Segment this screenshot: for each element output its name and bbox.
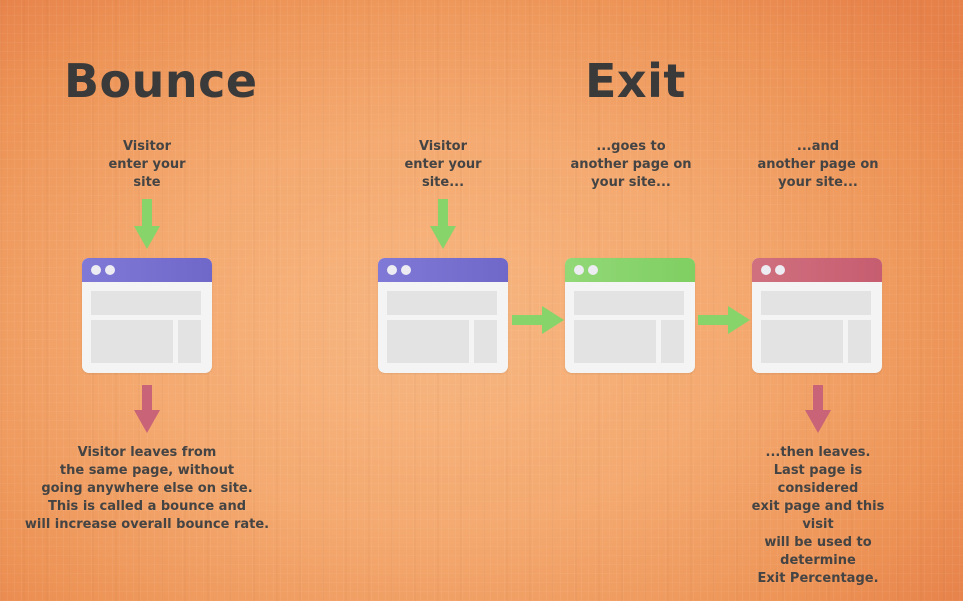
window-main-block — [761, 320, 843, 363]
window-main-block — [91, 320, 173, 363]
window-dot-icon — [775, 265, 785, 275]
bounce-leave-caption: Visitor leaves from the same page, witho… — [24, 445, 270, 532]
arrow-down-red-icon — [805, 385, 831, 433]
arrow-down-red-icon — [134, 385, 160, 433]
window-header-red — [752, 258, 882, 282]
window-side-block — [661, 320, 684, 363]
window-header-purple — [378, 258, 508, 282]
window-side-block — [178, 320, 201, 363]
exit-step-1-caption: Visitor enter your site... — [404, 139, 482, 190]
exit-title: Exit — [585, 54, 686, 108]
exit-page-window-1 — [378, 258, 508, 373]
bounce-page-window — [82, 258, 212, 373]
window-header-purple — [82, 258, 212, 282]
window-side-block — [848, 320, 871, 363]
exit-step-2-caption: ...goes to another page on your site... — [570, 139, 692, 190]
bounce-enter-caption: Visitor enter your site — [108, 139, 186, 190]
window-banner-block — [91, 291, 201, 315]
bounce-title: Bounce — [64, 54, 258, 108]
arrow-right-green-icon — [512, 306, 564, 334]
window-side-block — [474, 320, 497, 363]
window-banner-block — [574, 291, 684, 315]
window-dot-icon — [401, 265, 411, 275]
window-banner-block — [387, 291, 497, 315]
window-dot-icon — [105, 265, 115, 275]
exit-step-3-caption: ...and another page on your site... — [757, 139, 879, 190]
arrow-right-green-icon — [698, 306, 750, 334]
arrow-down-green-icon — [134, 199, 160, 249]
window-main-block — [574, 320, 656, 363]
window-dot-icon — [574, 265, 584, 275]
exit-leave-caption: ...then leaves. Last page is considered … — [751, 445, 885, 586]
exit-page-window-2 — [565, 258, 695, 373]
window-dot-icon — [387, 265, 397, 275]
window-main-block — [387, 320, 469, 363]
window-banner-block — [761, 291, 871, 315]
exit-page-window-3 — [752, 258, 882, 373]
window-dot-icon — [91, 265, 101, 275]
window-dot-icon — [761, 265, 771, 275]
window-dot-icon — [588, 265, 598, 275]
window-header-green — [565, 258, 695, 282]
arrow-down-green-icon — [430, 199, 456, 249]
